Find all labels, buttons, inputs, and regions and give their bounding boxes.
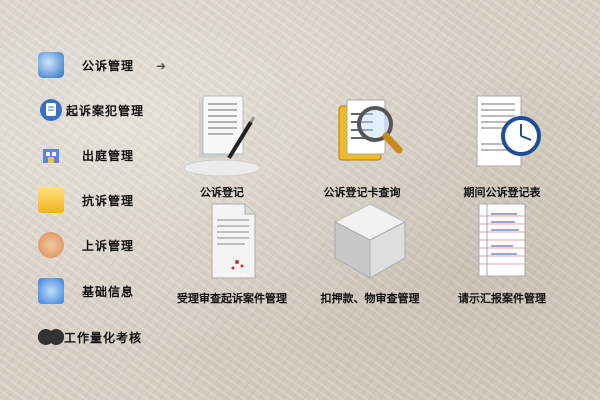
binoculars-icon [38, 324, 64, 350]
sidebar-item-prosecution-criminal[interactable]: 起诉案犯管理 [38, 95, 144, 125]
notepad-icon [457, 198, 547, 288]
cube-icon [325, 198, 415, 288]
arrow-icon: ➜ [156, 59, 167, 73]
tile-case-review-management[interactable]: 受理审查起诉案件管理 [167, 198, 297, 306]
tile-label: 扣押款、物审查管理 [320, 292, 420, 305]
tile-report-case-management[interactable]: 请示汇报案件管理 [437, 198, 567, 306]
sidebar-item-label: 抗诉管理 [82, 193, 135, 208]
sidebar-item-label: 公诉管理 [82, 58, 135, 73]
tile-register-card-query[interactable]: 公诉登记卡查询 [297, 92, 427, 200]
tile-public-prosecution-register[interactable]: 公诉登记 [157, 92, 287, 200]
sidebar-item-appeal[interactable]: 上诉管理 [38, 230, 134, 260]
document-icon [187, 198, 277, 288]
folder-icon [38, 187, 64, 213]
document-clock-icon [457, 92, 547, 182]
document-icon [38, 97, 64, 123]
tile-period-register-table[interactable]: 期间公诉登记表 [437, 92, 567, 200]
sidebar: 公诉管理 ➜ 起诉案犯管理 出庭管理 抗诉管理 上诉管理 基础信息 工作量化考核 [0, 0, 175, 400]
hand-icon [38, 232, 64, 258]
tile-label: 受理审查起诉案件管理 [177, 292, 287, 305]
sidebar-item-workload[interactable]: 工作量化考核 [38, 322, 142, 352]
sidebar-item-label: 起诉案犯管理 [66, 103, 145, 118]
sidebar-item-label: 基础信息 [82, 284, 135, 299]
sidebar-item-label: 工作量化考核 [64, 330, 143, 345]
building-icon [38, 142, 64, 168]
sidebar-item-protest[interactable]: 抗诉管理 [38, 185, 134, 215]
tile-label: 请示汇报案件管理 [458, 292, 546, 305]
sidebar-item-basic-info[interactable]: 基础信息 [38, 276, 134, 306]
sidebar-item-label: 出庭管理 [82, 148, 135, 163]
sidebar-item-label: 上诉管理 [82, 238, 135, 253]
refresh-icon [38, 278, 64, 304]
tile-seized-property-review[interactable]: 扣押款、物审查管理 [305, 198, 435, 306]
monitor-icon [38, 52, 64, 78]
document-pen-icon [177, 92, 267, 182]
magnifier-icon [317, 92, 407, 182]
sidebar-item-public-prosecution[interactable]: 公诉管理 [38, 50, 134, 80]
sidebar-item-court[interactable]: 出庭管理 [38, 140, 134, 170]
